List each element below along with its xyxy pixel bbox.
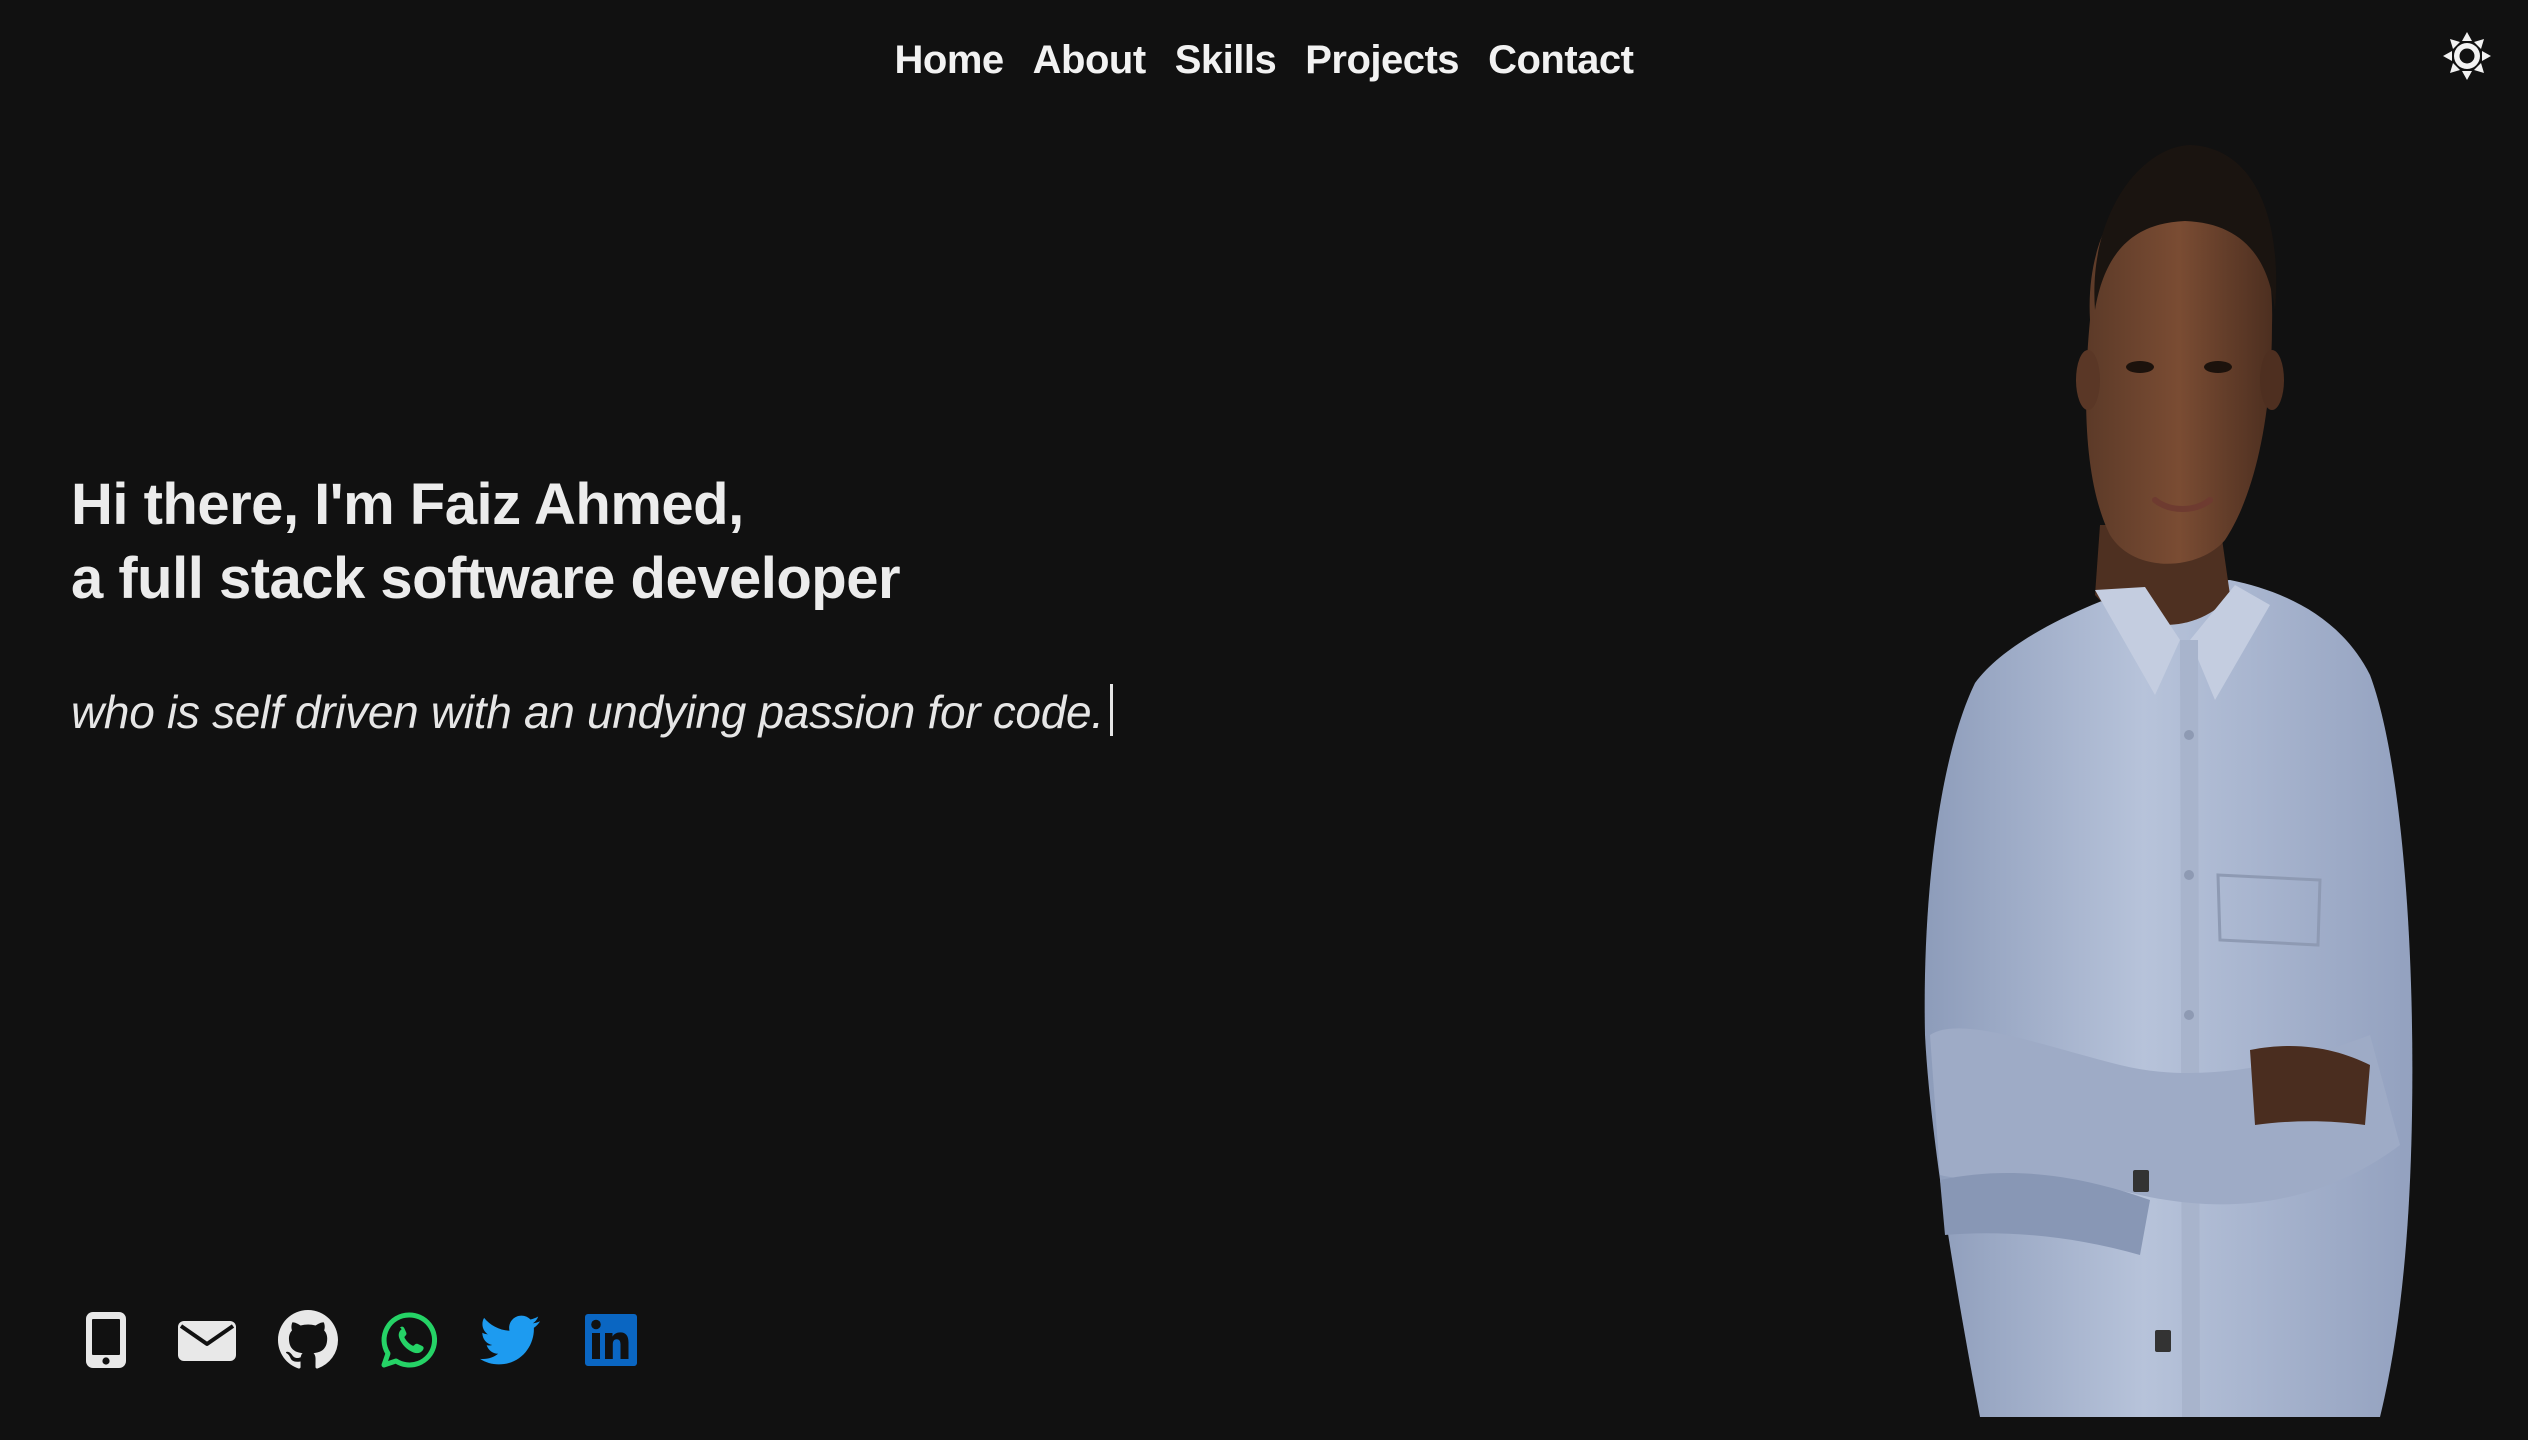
phone-icon — [86, 1312, 126, 1368]
sun-icon — [2443, 32, 2491, 80]
hero-tagline-text: who is self driven with an undying passi… — [71, 686, 1104, 738]
hero-heading-line2: a full stack software developer — [71, 546, 901, 611]
whatsapp-link[interactable] — [379, 1310, 439, 1370]
phone-link[interactable] — [76, 1310, 136, 1370]
hero-tagline: who is self driven with an undying passi… — [71, 680, 1113, 744]
social-links — [76, 1310, 682, 1370]
twitter-icon — [480, 1315, 540, 1365]
portfolio-page: Home About Skills Projects Contact Hi th… — [0, 0, 2528, 1440]
typing-caret — [1109, 684, 1113, 736]
hero-heading: Hi there, I'm Faiz Ahmed, a full stack s… — [71, 468, 1471, 616]
profile-photo-illustration — [1924, 145, 2413, 1417]
nav-home-link[interactable]: Home — [895, 28, 1005, 92]
theme-toggle-button[interactable] — [2441, 30, 2493, 82]
email-icon — [178, 1321, 236, 1361]
github-icon — [278, 1310, 338, 1369]
main-nav: Home About Skills Projects Contact — [0, 28, 2528, 92]
twitter-link[interactable] — [480, 1310, 540, 1370]
linkedin-icon — [585, 1314, 637, 1366]
github-link[interactable] — [278, 1310, 338, 1370]
whatsapp-icon — [381, 1312, 438, 1368]
profile-photo — [1900, 135, 2420, 1417]
linkedin-link[interactable] — [581, 1310, 641, 1370]
email-link[interactable] — [177, 1310, 237, 1370]
hero-heading-line1: Hi there, I'm Faiz Ahmed, — [71, 472, 744, 537]
nav-projects-link[interactable]: Projects — [1305, 28, 1459, 92]
nav-about-link[interactable]: About — [1033, 28, 1147, 92]
nav-skills-link[interactable]: Skills — [1175, 28, 1277, 92]
nav-contact-link[interactable]: Contact — [1488, 28, 1634, 92]
